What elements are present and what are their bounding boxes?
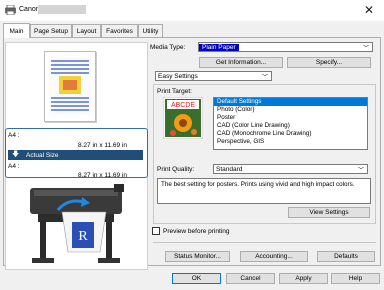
description-box: The best setting for posters. Prints usi… (157, 178, 371, 204)
printer-app-icon (5, 4, 16, 16)
arrow-down-icon: 🡇 (12, 151, 20, 158)
chevron-down-icon: ﹀ (362, 45, 369, 52)
chevron-down-icon: ﹀ (357, 167, 364, 174)
settings-mode-dropdown[interactable]: Easy Settings ﹀ (155, 71, 272, 81)
settings-mode-value: Easy Settings (158, 72, 198, 80)
print-quality-value: Standard (216, 165, 243, 173)
tab-main[interactable]: Main (3, 23, 30, 38)
tab-main-label: Main (9, 27, 24, 35)
tab-favorites-label: Favorites (106, 27, 133, 35)
close-icon[interactable]: ✕ (356, 1, 382, 19)
chevron-down-icon: ﹀ (261, 74, 268, 81)
paper-label-2: A4 : (8, 163, 20, 170)
tab-favorites[interactable]: Favorites (101, 24, 138, 37)
list-item[interactable]: Photo (Color) (214, 106, 367, 114)
apply-button[interactable]: Apply (279, 273, 328, 284)
list-item[interactable]: Default Settings (214, 98, 367, 106)
title-redacted-block (38, 5, 86, 14)
preview-checkbox[interactable] (152, 227, 160, 235)
paper-label-1: A4 : (8, 132, 20, 139)
get-information-button[interactable]: Get Information... (199, 57, 283, 68)
media-type-label: Media Type: (150, 44, 186, 51)
window-title: Canon (19, 6, 40, 13)
preview-checkbox-label: Preview before printing (163, 228, 230, 235)
tab-page-setup[interactable]: Page Setup (30, 24, 72, 37)
actual-size-label: Actual Size (26, 151, 59, 159)
tab-utility[interactable]: Utility (138, 24, 163, 37)
help-button[interactable]: Help (331, 273, 380, 284)
print-quality-dropdown[interactable]: Standard ﹀ (213, 164, 368, 174)
ok-button[interactable]: OK (172, 273, 221, 284)
list-item[interactable]: Poster (214, 114, 367, 122)
paper-size-1: 8.27 in x 11.69 in (78, 142, 128, 149)
list-item[interactable]: CAD (Monochrome Line Drawing) (214, 130, 367, 138)
list-item[interactable]: Perspective, GIS (214, 138, 367, 146)
tab-layout-label: Layout (76, 27, 97, 35)
cancel-button[interactable]: Cancel (226, 273, 275, 284)
print-target-thumbnail: ABCDE (162, 96, 204, 140)
specify-button[interactable]: Specify... (287, 57, 371, 68)
print-quality-label: Print Quality: (157, 166, 195, 173)
thumbnail-text: ABCDE (171, 102, 195, 109)
accounting-button[interactable]: Accounting... (240, 251, 308, 262)
divider (153, 242, 376, 243)
actual-size-bar: 🡇 Actual Size (8, 150, 143, 160)
svg-text:R: R (78, 229, 88, 244)
page-preview (44, 51, 96, 122)
media-type-dropdown[interactable]: Plain Paper ﹀ (198, 42, 373, 52)
printer-illustration: R (10, 180, 140, 266)
media-type-value: Plain Paper (199, 43, 239, 51)
tab-page-setup-label: Page Setup (34, 27, 68, 35)
status-monitor-button[interactable]: Status Monitor... (165, 251, 230, 262)
tab-utility-label: Utility (142, 27, 159, 35)
view-settings-button[interactable]: View Settings (288, 207, 370, 218)
print-target-label: Print Target: (157, 88, 192, 95)
paper-size-2: 8.27 in x 11.69 in (78, 172, 128, 179)
print-target-list[interactable]: Default Settings Photo (Color) Poster CA… (213, 97, 368, 150)
tab-layout[interactable]: Layout (72, 24, 101, 37)
list-item[interactable]: CAD (Color Line Drawing) (214, 122, 367, 130)
defaults-button[interactable]: Defaults (317, 251, 375, 262)
